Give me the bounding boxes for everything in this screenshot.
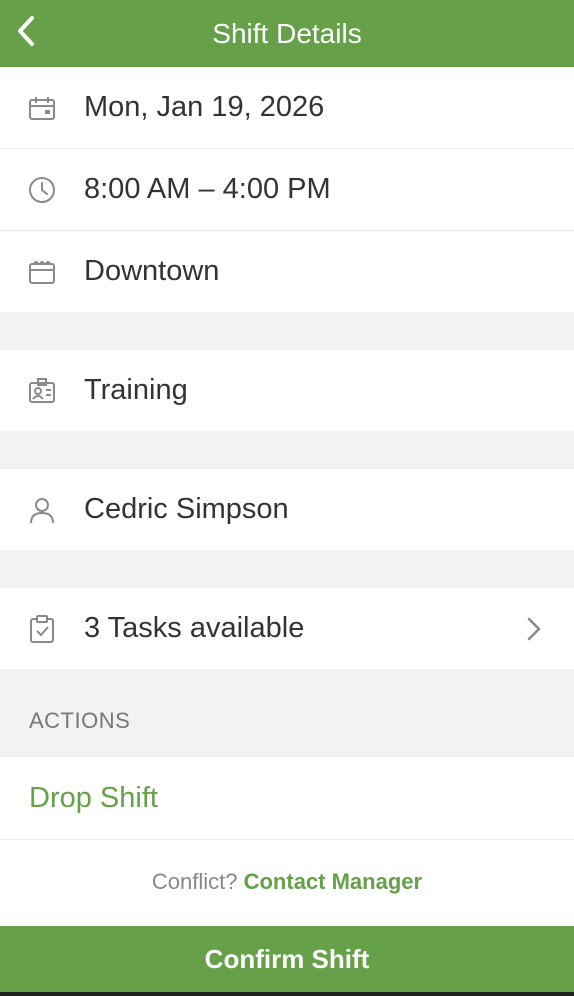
shift-location: Downtown xyxy=(84,255,220,287)
clipboard-icon xyxy=(27,614,57,644)
shift-time: 8:00 AM – 4:00 PM xyxy=(84,173,331,205)
tasks-label: 3 Tasks available xyxy=(84,612,305,644)
badge-icon xyxy=(27,376,57,406)
location-row: Downtown xyxy=(0,231,574,312)
bottom-edge xyxy=(0,992,574,996)
person-row: Cedric Simpson xyxy=(0,469,574,550)
conflict-area: Conflict? Contact Manager xyxy=(0,840,574,926)
store-icon xyxy=(27,257,57,287)
person-icon xyxy=(27,495,57,525)
shift-position: Training xyxy=(84,374,188,406)
calendar-icon xyxy=(27,93,57,123)
date-row: Mon, Jan 19, 2026 xyxy=(0,67,574,149)
page-title: Shift Details xyxy=(212,18,362,49)
time-row: 8:00 AM – 4:00 PM xyxy=(0,149,574,231)
clock-icon xyxy=(27,175,57,205)
tasks-row[interactable]: 3 Tasks available xyxy=(0,588,574,669)
actions-section-label: ACTIONS xyxy=(29,708,131,733)
header-bar: Shift Details xyxy=(0,0,574,67)
conflict-text: Conflict? xyxy=(151,869,238,894)
contact-manager-link[interactable]: Contact Manager xyxy=(244,869,422,894)
drop-shift-row[interactable]: Drop Shift xyxy=(0,757,574,840)
assigned-person: Cedric Simpson xyxy=(84,493,289,525)
drop-shift-button[interactable]: Drop Shift xyxy=(29,757,158,839)
shift-date: Mon, Jan 19, 2026 xyxy=(84,91,325,123)
position-row: Training xyxy=(0,350,574,431)
confirm-shift-button[interactable]: Confirm Shift xyxy=(0,926,574,992)
chevron-right-icon xyxy=(524,614,544,644)
